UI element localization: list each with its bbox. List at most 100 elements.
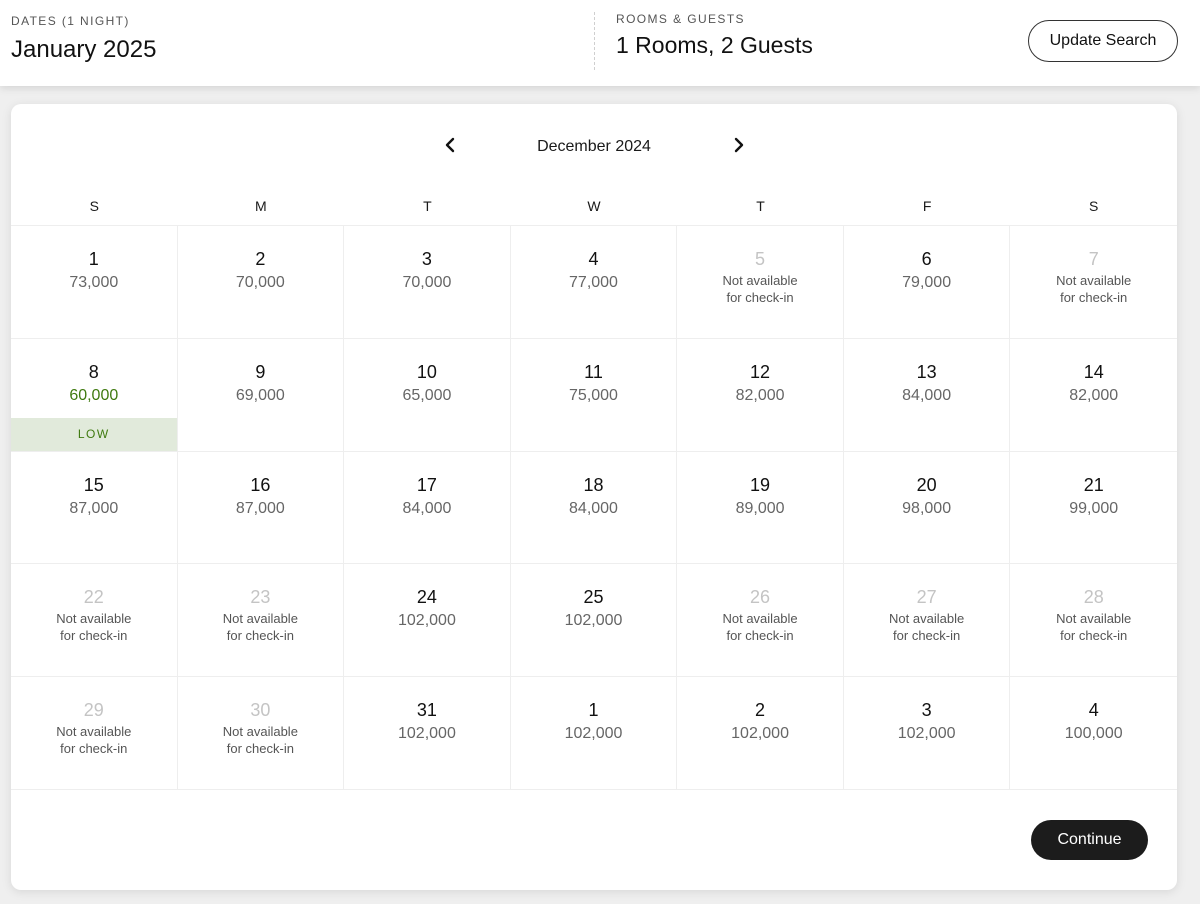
weekday-label: M bbox=[255, 198, 267, 214]
day-number: 31 bbox=[416, 700, 437, 721]
day-number: 14 bbox=[1083, 361, 1104, 382]
day-number: 2 bbox=[755, 700, 766, 721]
day-number: 9 bbox=[255, 361, 266, 382]
day-number: 16 bbox=[250, 474, 271, 495]
day-cell-unavailable: 27 Not available for check-in bbox=[843, 564, 1011, 678]
day-cell[interactable]: 15 87,000 bbox=[11, 451, 178, 565]
calendar-grid: 1 73,000 2 70,000 3 70,000 4 77,000 5 Not availab… bbox=[11, 225, 1177, 790]
day-number: 2 bbox=[255, 249, 266, 269]
unavailable-label: Not available for check-in bbox=[56, 611, 132, 644]
calendar-card: December 2024 S M T W T F S 1 73,000 2 70,0… bbox=[11, 104, 1177, 890]
day-cell[interactable]: 25 102,000 bbox=[510, 564, 678, 678]
day-cell[interactable]: 24 102,000 bbox=[344, 564, 511, 678]
day-price: 84,000 bbox=[902, 386, 952, 404]
day-price: 87,000 bbox=[69, 499, 119, 517]
day-cell[interactable]: 2 70,000 bbox=[177, 226, 345, 339]
next-month-button[interactable] bbox=[724, 130, 754, 160]
day-number: 28 bbox=[1083, 587, 1104, 608]
day-price: 102,000 bbox=[564, 725, 623, 743]
day-number: 15 bbox=[83, 474, 104, 495]
day-price: 79,000 bbox=[902, 274, 952, 291]
day-number: 5 bbox=[755, 249, 766, 269]
day-price: 84,000 bbox=[569, 499, 618, 517]
weekday-label: S bbox=[89, 198, 99, 214]
day-cell-unavailable: 26 Not available for check-in bbox=[677, 564, 844, 678]
day-cell[interactable]: 10 65,000 bbox=[344, 338, 511, 452]
day-number: 25 bbox=[583, 587, 604, 608]
day-cell[interactable]: 11 75,000 bbox=[510, 338, 678, 452]
month-navigation: December 2024 bbox=[11, 130, 1177, 160]
day-number: 26 bbox=[750, 587, 771, 608]
day-price: 102,000 bbox=[564, 612, 623, 630]
day-number: 10 bbox=[416, 361, 437, 382]
day-cell[interactable]: 21 99,000 bbox=[1010, 452, 1177, 565]
rooms-guests-value: 1 Rooms, 2 Guests bbox=[616, 32, 813, 58]
day-cell-unavailable: 28 Not available for check-in bbox=[1010, 564, 1177, 678]
day-number: 3 bbox=[921, 700, 932, 721]
day-cell[interactable]: 31 102,000 bbox=[344, 677, 511, 790]
weekday-label: F bbox=[922, 198, 932, 214]
day-cell-unavailable: 7 Not available for check-in bbox=[1010, 226, 1177, 339]
day-cell[interactable]: 9 69,000 bbox=[177, 338, 345, 452]
day-price: 73,000 bbox=[69, 274, 119, 291]
day-cell-unavailable: 23 Not available for check-in bbox=[177, 564, 345, 678]
dates-field[interactable]: DATES (1 NIGHT) January 2025 bbox=[11, 14, 156, 64]
day-cell[interactable]: 6 79,000 bbox=[843, 226, 1011, 339]
day-price: 102,000 bbox=[398, 612, 456, 630]
day-number: 11 bbox=[584, 361, 603, 382]
day-price: 69,000 bbox=[235, 386, 285, 404]
day-cell[interactable]: 20 98,000 bbox=[843, 451, 1011, 565]
day-price: 100,000 bbox=[1064, 725, 1123, 743]
month-title: December 2024 bbox=[537, 138, 651, 155]
continue-button[interactable]: Continue bbox=[1031, 820, 1148, 860]
update-search-button[interactable]: Update Search bbox=[1028, 20, 1178, 62]
day-number: 4 bbox=[588, 249, 599, 269]
day-cell[interactable]: 1 102,000 bbox=[510, 677, 678, 790]
day-cell[interactable]: 16 87,000 bbox=[177, 451, 345, 565]
day-cell[interactable]: 13 84,000 bbox=[843, 338, 1011, 452]
day-price: 84,000 bbox=[402, 499, 452, 517]
day-cell[interactable]: 18 84,000 bbox=[510, 451, 678, 565]
day-price: 102,000 bbox=[398, 725, 456, 743]
dates-label: DATES (1 NIGHT) bbox=[11, 14, 130, 28]
day-cell-unavailable: 30 Not available for check-in bbox=[177, 677, 345, 790]
day-price: 65,000 bbox=[402, 386, 452, 404]
day-price: 102,000 bbox=[897, 725, 956, 743]
day-price: 60,000 bbox=[69, 386, 119, 404]
day-cell[interactable]: 17 84,000 bbox=[344, 451, 511, 565]
day-cell[interactable]: 2 102,000 bbox=[677, 677, 844, 790]
day-cell[interactable]: 3 70,000 bbox=[344, 226, 511, 339]
day-cell[interactable]: 4 77,000 bbox=[510, 226, 678, 339]
chevron-right-icon bbox=[734, 137, 744, 153]
unavailable-label: Not available for check-in bbox=[1056, 273, 1132, 305]
day-number: 19 bbox=[750, 474, 771, 495]
unavailable-label: Not available for check-in bbox=[222, 611, 298, 644]
day-cell-unavailable: 22 Not available for check-in bbox=[11, 564, 178, 678]
day-price: 70,000 bbox=[235, 274, 285, 291]
weekday-label: T bbox=[756, 198, 765, 214]
day-cell[interactable]: 4 100,000 bbox=[1010, 677, 1177, 790]
rooms-guests-field[interactable]: ROOMS & GUESTS 1 Rooms, 2 Guests bbox=[594, 12, 813, 70]
weekday-label: W bbox=[587, 198, 601, 214]
day-cell[interactable]: 12 82,000 bbox=[677, 338, 844, 452]
day-cell[interactable]: 1 73,000 bbox=[11, 226, 178, 339]
day-price: 102,000 bbox=[731, 725, 789, 743]
day-price: 70,000 bbox=[402, 274, 452, 291]
day-number: 21 bbox=[1083, 474, 1104, 495]
low-price-badge: LOW bbox=[11, 417, 177, 451]
unavailable-label: Not available for check-in bbox=[889, 611, 965, 644]
unavailable-label: Not available for check-in bbox=[222, 724, 298, 757]
day-price: 98,000 bbox=[902, 499, 952, 517]
day-number: 7 bbox=[1088, 249, 1099, 269]
day-number: 29 bbox=[83, 700, 104, 721]
rooms-guests-label: ROOMS & GUESTS bbox=[616, 12, 745, 26]
day-cell[interactable]: 3 102,000 bbox=[843, 677, 1011, 790]
day-cell-unavailable: 29 Not available for check-in bbox=[11, 677, 178, 790]
day-cell[interactable]: 8 60,000 LOW bbox=[11, 338, 178, 452]
day-cell[interactable]: 19 89,000 bbox=[677, 451, 844, 565]
day-price: 77,000 bbox=[569, 274, 618, 291]
day-number: 1 bbox=[588, 700, 599, 721]
weekday-header: S M T W T F S bbox=[11, 198, 1177, 214]
day-cell[interactable]: 14 82,000 bbox=[1010, 339, 1177, 452]
day-number: 23 bbox=[250, 587, 271, 608]
